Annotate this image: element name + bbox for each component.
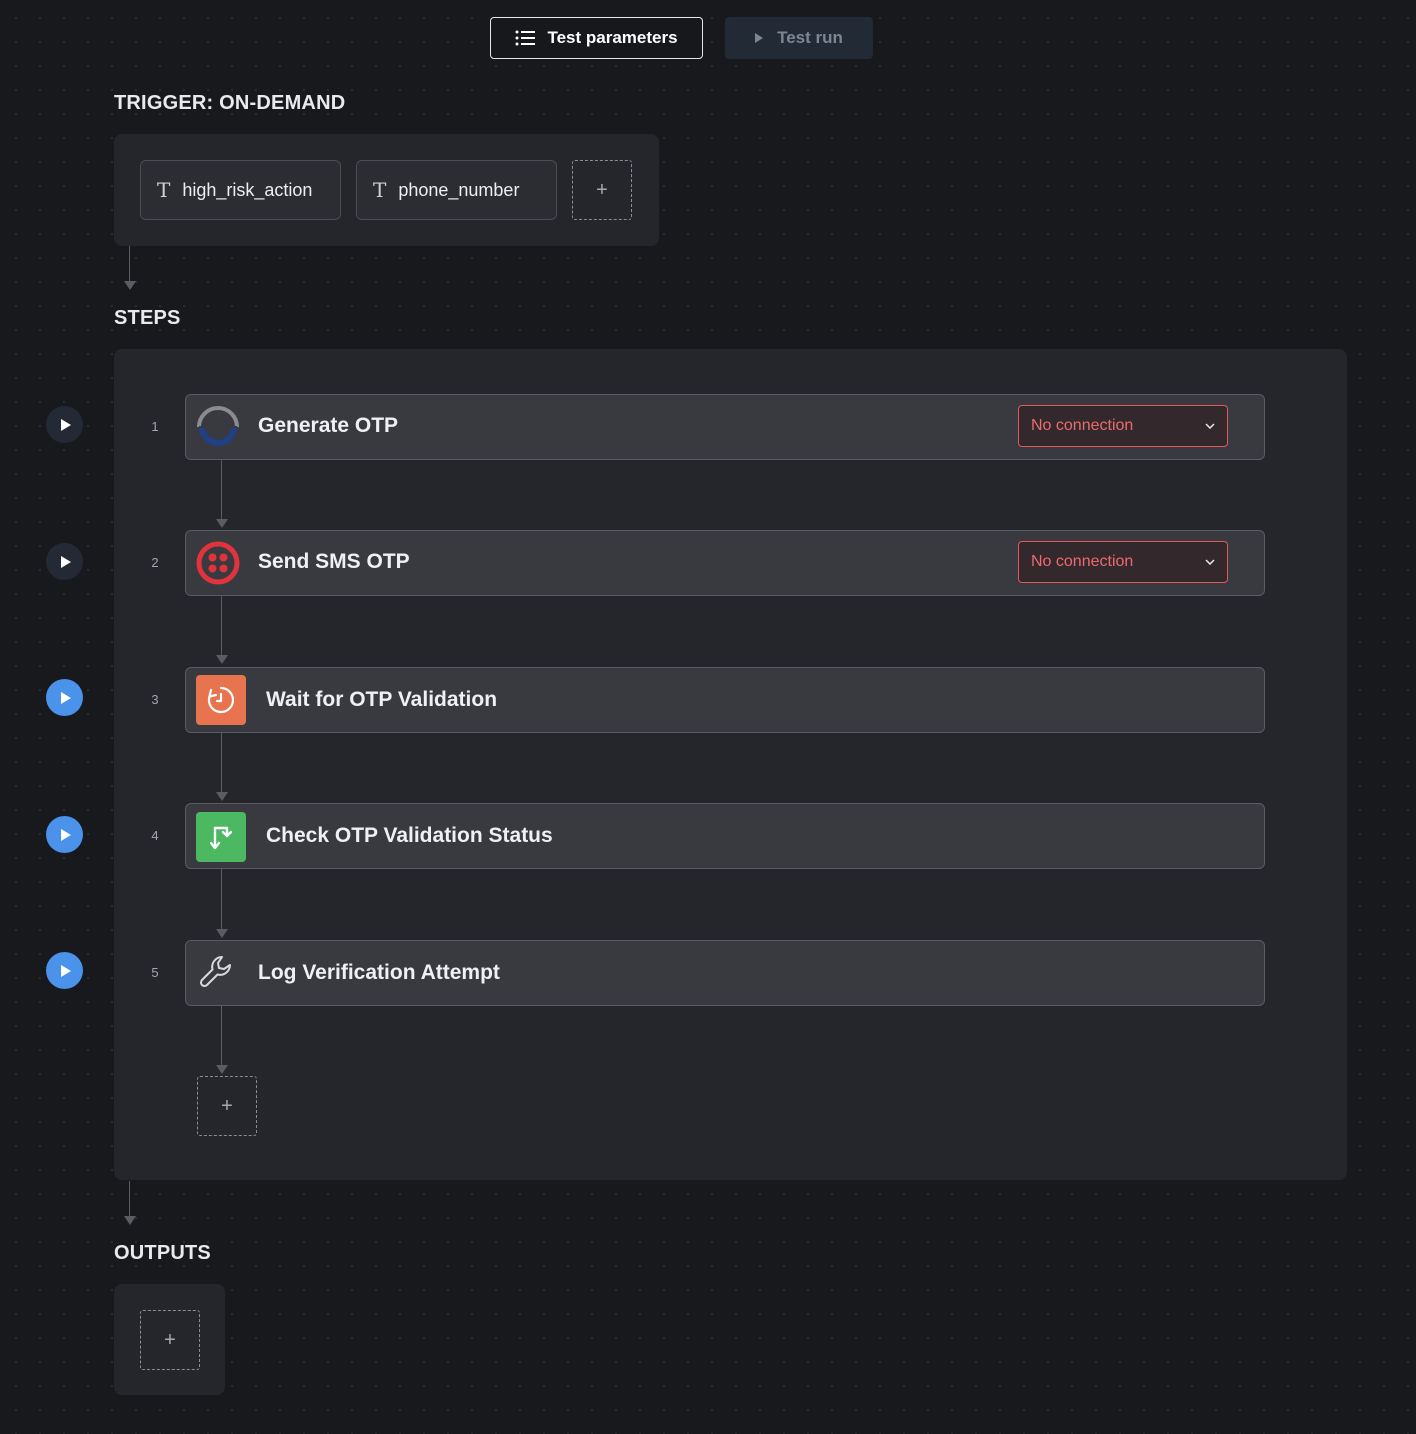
steps-title: STEPS: [114, 307, 181, 329]
trigger-param-high-risk-action[interactable]: T high_risk_action: [140, 160, 341, 220]
run-step-2-button[interactable]: [46, 543, 83, 580]
connector-line: [221, 596, 222, 656]
step-title: Check OTP Validation Status: [266, 824, 553, 847]
run-step-4-button[interactable]: [46, 816, 83, 853]
plus-icon: +: [596, 178, 608, 201]
connector-arrow: [216, 792, 228, 801]
chevron-down-icon: [1205, 559, 1215, 565]
connector-line: [129, 246, 130, 282]
play-icon: [61, 555, 71, 568]
trigger-title: TRIGGER: ON-DEMAND: [114, 92, 346, 114]
add-trigger-param-button[interactable]: +: [572, 160, 632, 220]
text-type-icon: T: [157, 178, 171, 202]
step-title: Generate OTP: [258, 414, 399, 437]
play-icon: [61, 828, 71, 841]
step-title: Send SMS OTP: [258, 550, 410, 573]
step-title: Wait for OTP Validation: [266, 688, 498, 711]
connector-line: [221, 869, 222, 930]
test-parameters-button[interactable]: Test parameters: [490, 17, 703, 59]
connection-select[interactable]: No connection: [1018, 405, 1228, 447]
connector-line: [129, 1181, 130, 1217]
add-output-button[interactable]: +: [140, 1310, 200, 1370]
connection-select-value: No connection: [1031, 553, 1134, 570]
connector-line: [221, 1006, 222, 1066]
list-icon: [515, 30, 536, 46]
steps-panel: [114, 349, 1347, 1180]
param-name: phone_number: [398, 179, 520, 200]
branch-icon: [196, 812, 246, 862]
wrench-icon: [199, 956, 231, 988]
connector-arrow: [216, 929, 228, 938]
twilio-icon: [196, 541, 240, 585]
connector-arrow: [216, 519, 228, 528]
step-card-send-sms-otp[interactable]: Send SMS OTP No connection: [185, 530, 1265, 596]
test-run-label: Test run: [777, 28, 843, 47]
step-card-check-otp-validation-status[interactable]: Check OTP Validation Status: [185, 803, 1265, 869]
connector-arrow: [124, 1216, 136, 1225]
connector-line: [221, 733, 222, 793]
plus-icon: +: [164, 1328, 176, 1351]
step-card-generate-otp[interactable]: Generate OTP No connection: [185, 394, 1265, 460]
step-number: 5: [151, 965, 159, 980]
step-card-log-verification-attempt[interactable]: Log Verification Attempt: [185, 940, 1265, 1006]
connector-line: [221, 460, 222, 520]
timer-icon: [196, 675, 246, 725]
run-step-5-button[interactable]: [46, 952, 83, 989]
connector-arrow: [216, 1065, 228, 1074]
connection-select-value: No connection: [1031, 417, 1134, 434]
text-type-icon: T: [373, 178, 387, 202]
run-step-3-button[interactable]: [46, 679, 83, 716]
run-step-1-button[interactable]: [46, 406, 83, 443]
connector-arrow: [124, 281, 136, 290]
step-number: 3: [151, 692, 159, 707]
trigger-param-phone-number[interactable]: T phone_number: [356, 160, 557, 220]
play-icon: [61, 418, 71, 431]
test-parameters-label: Test parameters: [547, 28, 678, 47]
loading-ring-icon: [197, 406, 239, 446]
play-icon: [61, 964, 71, 977]
step-card-wait-for-otp-validation[interactable]: Wait for OTP Validation: [185, 667, 1265, 733]
chevron-down-icon: [1205, 423, 1215, 429]
plus-icon: +: [221, 1094, 233, 1117]
play-icon: [755, 33, 764, 43]
test-run-button[interactable]: Test run: [725, 17, 873, 59]
add-step-button[interactable]: +: [197, 1076, 257, 1136]
step-number: 2: [151, 555, 159, 570]
play-icon: [61, 691, 71, 704]
connector-arrow: [216, 655, 228, 664]
step-title: Log Verification Attempt: [258, 961, 500, 984]
connection-select[interactable]: No connection: [1018, 541, 1228, 583]
outputs-title: OUTPUTS: [114, 1242, 211, 1264]
param-name: high_risk_action: [182, 179, 313, 200]
step-number: 4: [151, 828, 159, 843]
step-number: 1: [151, 419, 159, 434]
